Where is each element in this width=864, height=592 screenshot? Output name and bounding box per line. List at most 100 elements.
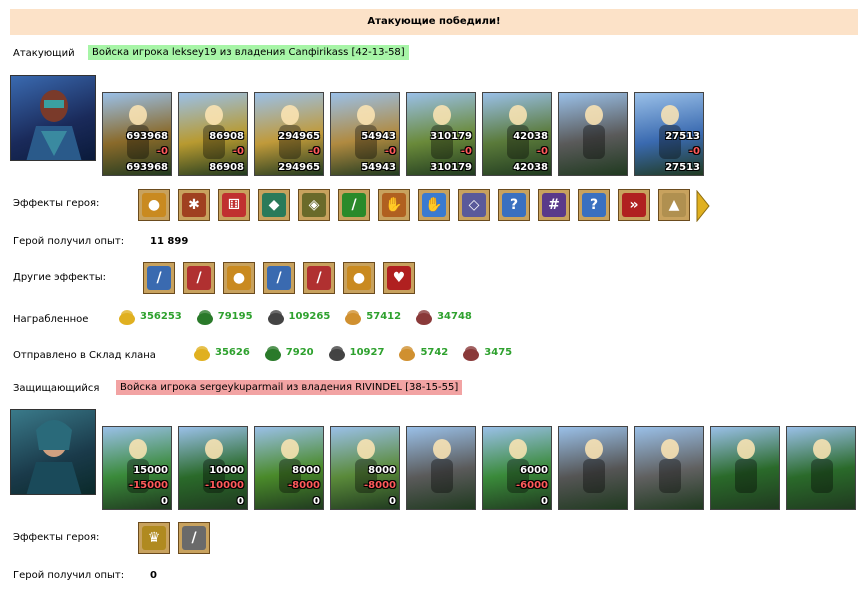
effect-glyph: /	[187, 266, 211, 290]
resource-amount: 35626	[215, 346, 250, 358]
resource-item: 356253	[118, 306, 182, 326]
effect-glyph: ◆	[262, 193, 286, 217]
net-icon[interactable]: #	[538, 189, 570, 221]
unit-count: 8000	[292, 465, 320, 476]
unit-remaining: 42038	[513, 162, 548, 173]
effect-glyph: ▲	[662, 193, 686, 217]
resource-amount: 79195	[217, 310, 253, 322]
defender-unit-slot[interactable]	[406, 426, 476, 510]
defender-effects-label: Эффекты героя:	[13, 532, 100, 543]
defender-unit-slot[interactable]: 15000 -15000 0	[102, 426, 172, 510]
attacker-unit-slot[interactable]: 86908 -0 86908	[178, 92, 248, 176]
unit-remaining: 54943	[361, 162, 396, 173]
unit-count: 8000	[368, 465, 396, 476]
attacker-unit-figure	[583, 105, 605, 159]
defender-exp-label: Герой получил опыт:	[13, 570, 125, 581]
effect-glyph: ●	[142, 193, 166, 217]
attacker-unit-slot[interactable]: 54943 -0 54943	[330, 92, 400, 176]
heart-sword-icon[interactable]: ♥	[383, 262, 415, 294]
defender-unit-slot[interactable]: 8000 -8000 0	[330, 426, 400, 510]
effect-glyph: ?	[582, 193, 606, 217]
defender-effects-row: ♛ /	[138, 522, 210, 554]
resource-amount: 7920	[285, 346, 314, 358]
mechanism-icon[interactable]: ✱	[178, 189, 210, 221]
gold-coins-icon[interactable]: ●	[223, 262, 255, 294]
unit-count: 86908	[209, 131, 244, 142]
sword-icon[interactable]: /	[338, 189, 370, 221]
defender-unit-slot[interactable]	[634, 426, 704, 510]
resource-item: 79195	[196, 306, 253, 326]
defender-army-link[interactable]: Войска игрока sergeykuparmail из владени…	[116, 380, 463, 395]
defender-unit-slot[interactable]: 6000 -6000 0	[482, 426, 552, 510]
unit-remaining: 0	[313, 496, 320, 507]
effects-scroll-right-icon[interactable]	[696, 189, 710, 225]
defender-unit-slot[interactable]: 10000 -10000 0	[178, 426, 248, 510]
unit-losses: -0	[156, 146, 168, 157]
ore-icon	[328, 346, 345, 361]
unit-remaining: 0	[541, 496, 548, 507]
attacker-unit-slot[interactable]: 693968 -0 693968	[102, 92, 172, 176]
question-icon[interactable]: ?	[578, 189, 610, 221]
attacker-unit-slot[interactable]: 310179 -0 310179	[406, 92, 476, 176]
arrows-icon[interactable]: »	[618, 189, 650, 221]
defender-unit-slot[interactable]: 8000 -8000 0	[254, 426, 324, 510]
attacker-unit-slot[interactable]: 294965 -0 294965	[254, 92, 324, 176]
attacker-exp-label: Герой получил опыт:	[13, 236, 125, 247]
unit-losses: -0	[384, 146, 396, 157]
defender-unit-figure	[811, 439, 833, 493]
battle-result-banner: Атакующие победили!	[10, 9, 858, 35]
resource-amount: 356253	[140, 310, 182, 322]
sword-icon[interactable]: /	[263, 262, 295, 294]
sword-icon[interactable]: /	[143, 262, 175, 294]
attacker-army-link[interactable]: Войска игрока leksey19 из владения Canфi…	[88, 45, 409, 60]
unit-remaining: 0	[161, 496, 168, 507]
gold-coins-icon[interactable]: ●	[138, 189, 170, 221]
hand-magic-icon[interactable]: ✋	[418, 189, 450, 221]
question-icon[interactable]: ?	[498, 189, 530, 221]
unit-count: 294965	[278, 131, 320, 142]
effect-glyph: /	[342, 193, 366, 217]
defender-unit-slot[interactable]	[786, 426, 856, 510]
sword-shield-icon[interactable]: /	[183, 262, 215, 294]
gold-coins-icon[interactable]: ●	[343, 262, 375, 294]
unit-count: 15000	[133, 465, 168, 476]
effect-glyph: ♛	[142, 526, 166, 550]
other-effects-label: Другие эффекты:	[13, 272, 107, 283]
attacker-unit-slot[interactable]: 27513 -0 27513	[634, 92, 704, 176]
attacker-hero-portrait[interactable]	[10, 75, 96, 161]
pyramid-icon[interactable]: ▲	[658, 189, 690, 221]
effect-glyph: ●	[347, 266, 371, 290]
amulet-icon[interactable]: ◇	[458, 189, 490, 221]
defender-unit-figure	[431, 439, 453, 493]
defender-hero-figure	[26, 420, 82, 494]
defender-hero-portrait[interactable]	[10, 409, 96, 495]
stone-icon	[416, 310, 433, 325]
wood-icon	[264, 346, 281, 361]
attacker-effects-row: ● ✱ ⚅ ◆ ◈ / ✋ ✋ ◇? #? » ▲	[138, 189, 690, 221]
resource-amount: 5742	[420, 346, 449, 358]
resource-amount: 10927	[349, 346, 385, 358]
unit-losses: -0	[536, 146, 548, 157]
attacker-label: Атакующий	[13, 48, 75, 59]
unit-losses: -0	[308, 146, 320, 157]
unit-count: 54943	[361, 131, 396, 142]
dagger-icon[interactable]: /	[178, 522, 210, 554]
unit-count: 693968	[126, 131, 168, 142]
resource-amount: 3475	[484, 346, 513, 358]
shield-hand-icon[interactable]: ◈	[298, 189, 330, 221]
dice-icon[interactable]: ⚅	[218, 189, 250, 221]
sword-shield-icon[interactable]: /	[303, 262, 335, 294]
unit-remaining: 294965	[278, 162, 320, 173]
attacker-unit-slot[interactable]	[558, 92, 628, 176]
banner-icon[interactable]: ♛	[138, 522, 170, 554]
resource-item: 34748	[415, 306, 472, 326]
unit-losses: -15000	[129, 480, 168, 491]
handshake-icon[interactable]: ✋	[378, 189, 410, 221]
resource-item: 57412	[344, 306, 401, 326]
unit-losses: -0	[688, 146, 700, 157]
attacker-unit-slot[interactable]: 42038 -0 42038	[482, 92, 552, 176]
shield-icon[interactable]: ◆	[258, 189, 290, 221]
unit-remaining: 0	[237, 496, 244, 507]
defender-unit-slot[interactable]	[558, 426, 628, 510]
defender-unit-slot[interactable]	[710, 426, 780, 510]
